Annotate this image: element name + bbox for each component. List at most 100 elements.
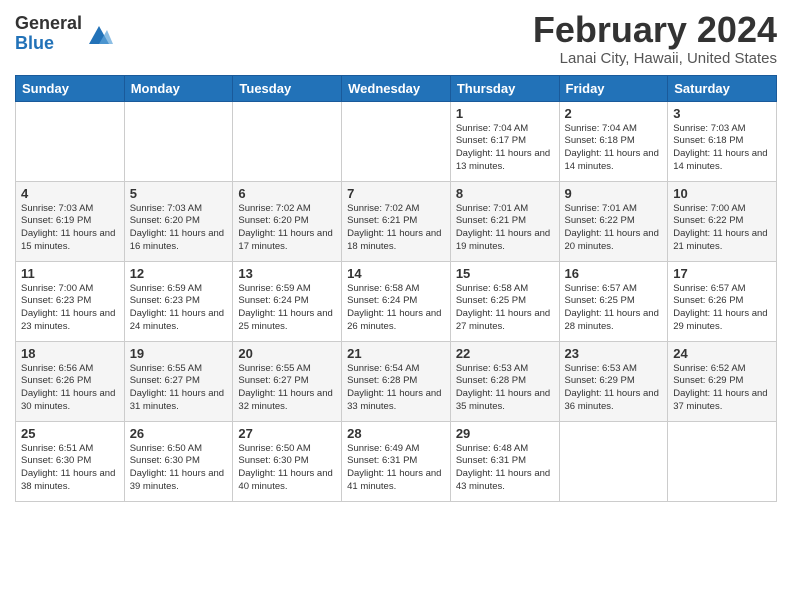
day-number: 23 <box>565 346 663 361</box>
logo-general: General <box>15 13 82 33</box>
calendar-cell: 18Sunrise: 6:56 AM Sunset: 6:26 PM Dayli… <box>16 341 125 421</box>
calendar-cell: 15Sunrise: 6:58 AM Sunset: 6:25 PM Dayli… <box>450 261 559 341</box>
calendar-cell: 19 Sunrise: 6:55 AM Sunset: 6:27 PM Dayli… <box>124 341 233 421</box>
day-number: 11 <box>21 266 119 281</box>
calendar-cell: 21 Sunrise: 6:54 AM Sunset: 6:28 PM Dayli… <box>342 341 451 421</box>
weekday-header: Monday <box>124 75 233 101</box>
calendar-cell: 20 Sunrise: 6:55 AM Sunset: 6:27 PM Dayli… <box>233 341 342 421</box>
day-number: 16 <box>565 266 663 281</box>
day-info: Sunrise: 6:48 AM Sunset: 6:31 PM Dayligh… <box>456 443 554 494</box>
calendar-cell <box>16 101 125 181</box>
calendar-cell: 23 Sunrise: 6:53 AM Sunset: 6:29 PM Dayli… <box>559 341 668 421</box>
day-number: 28 <box>347 426 445 441</box>
day-number: 24 <box>673 346 771 361</box>
calendar-cell: 13 Sunrise: 6:59 AM Sunset: 6:24 PM Dayli… <box>233 261 342 341</box>
calendar-cell: 1 Sunrise: 7:04 AM Sunset: 6:17 PM Daylig… <box>450 101 559 181</box>
weekday-header: Tuesday <box>233 75 342 101</box>
day-info: Sunrise: 6:55 AM Sunset: 6:27 PM Dayligh… <box>130 363 228 414</box>
day-info: Sunrise: 6:50 AM Sunset: 6:30 PM Dayligh… <box>238 443 336 494</box>
calendar-cell: 26Sunrise: 6:50 AM Sunset: 6:30 PM Dayli… <box>124 421 233 501</box>
day-info: Sunrise: 7:04 AM Sunset: 6:17 PM Dayligh… <box>456 123 554 174</box>
day-number: 14 <box>347 266 445 281</box>
day-number: 29 <box>456 426 554 441</box>
day-number: 2 <box>565 106 663 121</box>
day-number: 20 <box>238 346 336 361</box>
day-info: Sunrise: 7:04 AM Sunset: 6:18 PM Dayligh… <box>565 123 663 174</box>
calendar-cell: 10Sunrise: 7:00 AM Sunset: 6:22 PM Dayli… <box>668 181 777 261</box>
calendar-cell: 2 Sunrise: 7:04 AM Sunset: 6:18 PM Daylig… <box>559 101 668 181</box>
calendar-cell <box>342 101 451 181</box>
calendar-cell: 22 Sunrise: 6:53 AM Sunset: 6:28 PM Dayli… <box>450 341 559 421</box>
calendar-cell <box>233 101 342 181</box>
day-number: 13 <box>238 266 336 281</box>
day-info: Sunrise: 6:57 AM Sunset: 6:25 PM Dayligh… <box>565 283 663 334</box>
day-number: 3 <box>673 106 771 121</box>
day-info: Sunrise: 7:03 AM Sunset: 6:20 PM Dayligh… <box>130 203 228 254</box>
day-number: 7 <box>347 186 445 201</box>
weekday-header: Sunday <box>16 75 125 101</box>
day-number: 17 <box>673 266 771 281</box>
day-number: 10 <box>673 186 771 201</box>
calendar-cell: 28Sunrise: 6:49 AM Sunset: 6:31 PM Dayli… <box>342 421 451 501</box>
calendar-cell: 4 Sunrise: 7:03 AM Sunset: 6:19 PM Daylig… <box>16 181 125 261</box>
calendar-cell <box>124 101 233 181</box>
page: General Blue February 2024 Lanai City, H… <box>0 0 792 612</box>
day-number: 6 <box>238 186 336 201</box>
day-number: 1 <box>456 106 554 121</box>
calendar-cell: 27 Sunrise: 6:50 AM Sunset: 6:30 PM Dayli… <box>233 421 342 501</box>
calendar-cell: 12 Sunrise: 6:59 AM Sunset: 6:23 PM Dayli… <box>124 261 233 341</box>
day-number: 18 <box>21 346 119 361</box>
day-number: 4 <box>21 186 119 201</box>
day-info: Sunrise: 6:59 AM Sunset: 6:24 PM Dayligh… <box>238 283 336 334</box>
day-info: Sunrise: 6:54 AM Sunset: 6:28 PM Dayligh… <box>347 363 445 414</box>
subtitle: Lanai City, Hawaii, United States <box>533 50 777 67</box>
logo: General Blue <box>15 14 113 54</box>
calendar-cell: 14Sunrise: 6:58 AM Sunset: 6:24 PM Dayli… <box>342 261 451 341</box>
calendar-cell: 24 Sunrise: 6:52 AM Sunset: 6:29 PM Dayli… <box>668 341 777 421</box>
calendar-cell: 29 Sunrise: 6:48 AM Sunset: 6:31 PM Dayli… <box>450 421 559 501</box>
main-title: February 2024 <box>533 10 777 50</box>
day-info: Sunrise: 7:03 AM Sunset: 6:19 PM Dayligh… <box>21 203 119 254</box>
calendar-cell: 3 Sunrise: 7:03 AM Sunset: 6:18 PM Daylig… <box>668 101 777 181</box>
calendar-week-row: 1 Sunrise: 7:04 AM Sunset: 6:17 PM Daylig… <box>16 101 777 181</box>
day-info: Sunrise: 6:53 AM Sunset: 6:29 PM Dayligh… <box>565 363 663 414</box>
calendar-week-row: 25 Sunrise: 6:51 AM Sunset: 6:30 PM Dayli… <box>16 421 777 501</box>
calendar-cell: 25 Sunrise: 6:51 AM Sunset: 6:30 PM Dayli… <box>16 421 125 501</box>
calendar-week-row: 11Sunrise: 7:00 AM Sunset: 6:23 PM Dayli… <box>16 261 777 341</box>
calendar-cell: 5 Sunrise: 7:03 AM Sunset: 6:20 PM Daylig… <box>124 181 233 261</box>
calendar-cell: 9 Sunrise: 7:01 AM Sunset: 6:22 PM Daylig… <box>559 181 668 261</box>
calendar-cell: 11Sunrise: 7:00 AM Sunset: 6:23 PM Dayli… <box>16 261 125 341</box>
day-number: 9 <box>565 186 663 201</box>
calendar-cell: 8 Sunrise: 7:01 AM Sunset: 6:21 PM Daylig… <box>450 181 559 261</box>
day-info: Sunrise: 6:50 AM Sunset: 6:30 PM Dayligh… <box>130 443 228 494</box>
weekday-header: Friday <box>559 75 668 101</box>
day-info: Sunrise: 6:53 AM Sunset: 6:28 PM Dayligh… <box>456 363 554 414</box>
calendar-header-row: SundayMondayTuesdayWednesdayThursdayFrid… <box>16 75 777 101</box>
calendar-table: SundayMondayTuesdayWednesdayThursdayFrid… <box>15 75 777 502</box>
day-info: Sunrise: 7:02 AM Sunset: 6:21 PM Dayligh… <box>347 203 445 254</box>
day-number: 19 <box>130 346 228 361</box>
day-number: 27 <box>238 426 336 441</box>
day-info: Sunrise: 7:03 AM Sunset: 6:18 PM Dayligh… <box>673 123 771 174</box>
header: General Blue February 2024 Lanai City, H… <box>15 10 777 67</box>
day-info: Sunrise: 6:58 AM Sunset: 6:25 PM Dayligh… <box>456 283 554 334</box>
calendar-cell: 7 Sunrise: 7:02 AM Sunset: 6:21 PM Daylig… <box>342 181 451 261</box>
day-number: 21 <box>347 346 445 361</box>
calendar-week-row: 18Sunrise: 6:56 AM Sunset: 6:26 PM Dayli… <box>16 341 777 421</box>
calendar-cell <box>668 421 777 501</box>
day-number: 8 <box>456 186 554 201</box>
day-info: Sunrise: 6:55 AM Sunset: 6:27 PM Dayligh… <box>238 363 336 414</box>
calendar-cell <box>559 421 668 501</box>
day-number: 22 <box>456 346 554 361</box>
day-info: Sunrise: 7:01 AM Sunset: 6:22 PM Dayligh… <box>565 203 663 254</box>
day-number: 12 <box>130 266 228 281</box>
day-number: 25 <box>21 426 119 441</box>
calendar-cell: 17Sunrise: 6:57 AM Sunset: 6:26 PM Dayli… <box>668 261 777 341</box>
day-number: 5 <box>130 186 228 201</box>
day-info: Sunrise: 6:59 AM Sunset: 6:23 PM Dayligh… <box>130 283 228 334</box>
calendar-cell: 16 Sunrise: 6:57 AM Sunset: 6:25 PM Dayli… <box>559 261 668 341</box>
day-info: Sunrise: 6:52 AM Sunset: 6:29 PM Dayligh… <box>673 363 771 414</box>
day-info: Sunrise: 7:01 AM Sunset: 6:21 PM Dayligh… <box>456 203 554 254</box>
weekday-header: Thursday <box>450 75 559 101</box>
day-info: Sunrise: 6:51 AM Sunset: 6:30 PM Dayligh… <box>21 443 119 494</box>
